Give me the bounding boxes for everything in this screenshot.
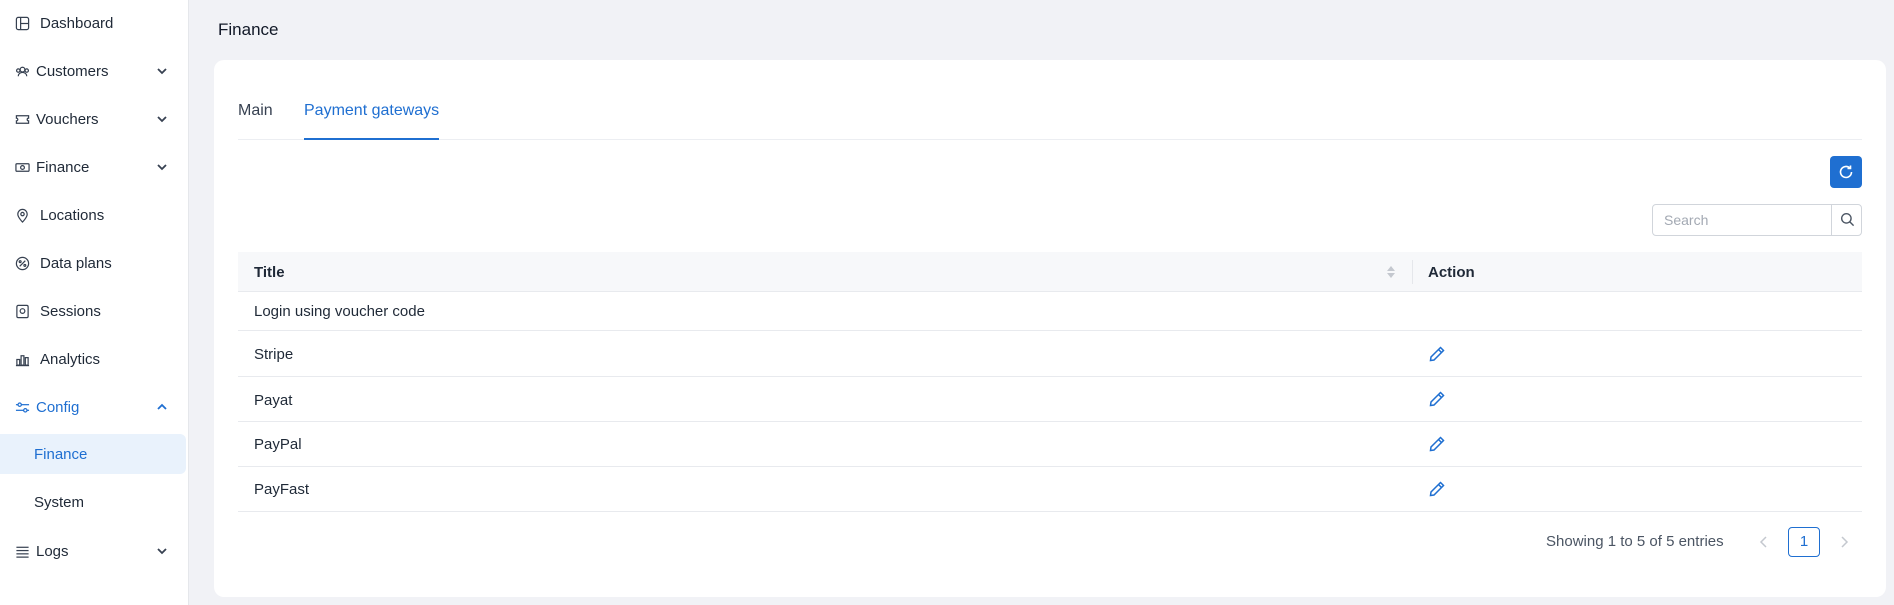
- table-row: Login using voucher code: [238, 292, 1862, 331]
- sidebar-item-label: Config: [36, 398, 80, 416]
- search-box: [1652, 204, 1862, 236]
- sidebar-subitem-label: System: [34, 493, 85, 511]
- dashboard-icon: [15, 16, 30, 31]
- sidebar-item-label: Locations: [40, 206, 105, 224]
- row-title: PayFast: [254, 481, 310, 498]
- row-title: Payat: [254, 392, 293, 409]
- sidebar-item-analytics[interactable]: Analytics: [0, 338, 186, 380]
- sidebar-subitem-system[interactable]: System: [0, 482, 186, 522]
- list-icon: [16, 546, 29, 558]
- sidebar-item-config[interactable]: Config: [0, 386, 186, 428]
- sidebar-item-label: Finance: [36, 158, 90, 176]
- row-title: Login using voucher code: [254, 303, 425, 320]
- row-title: PayPal: [254, 436, 302, 453]
- pagination-page-button[interactable]: 1: [1788, 527, 1820, 557]
- chevron-down-icon: [157, 116, 167, 123]
- chevron-right-icon[interactable]: [1836, 534, 1852, 550]
- content-card: Main Payment gateways Title Action Login…: [214, 60, 1886, 597]
- data-plans-icon: [15, 256, 30, 271]
- sort-icon[interactable]: [1386, 264, 1396, 280]
- sidebar-item-label: Dashboard: [40, 14, 114, 32]
- chevron-down-icon: [157, 164, 167, 171]
- location-pin-icon: [17, 208, 28, 223]
- sessions-icon: [16, 304, 29, 319]
- table-row: Payat: [238, 377, 1862, 422]
- sidebar-item-label: Analytics: [40, 350, 101, 368]
- chevron-down-icon: [157, 548, 167, 555]
- analytics-icon: [15, 355, 30, 367]
- chevron-down-icon: [157, 68, 167, 75]
- sidebar-item-label: Logs: [36, 542, 69, 560]
- table-row: PayFast: [238, 467, 1862, 512]
- sidebar-item-sessions[interactable]: Sessions: [0, 290, 186, 332]
- sidebar: Dashboard Customers Vouchers Finance Loc…: [0, 0, 189, 605]
- sidebar-item-customers[interactable]: Customers: [0, 50, 186, 92]
- pagination-summary: Showing 1 to 5 of 5 entries: [1546, 533, 1724, 550]
- table-row: PayPal: [238, 422, 1862, 467]
- sidebar-item-label: Data plans: [40, 254, 112, 272]
- edit-icon[interactable]: [1428, 345, 1446, 363]
- money-icon: [15, 163, 30, 172]
- edit-icon[interactable]: [1428, 435, 1446, 453]
- column-header-title[interactable]: Title: [254, 264, 285, 281]
- sidebar-item-logs[interactable]: Logs: [0, 530, 186, 572]
- search-icon: [1840, 212, 1855, 227]
- table-row: Stripe: [238, 331, 1862, 377]
- sidebar-item-finance[interactable]: Finance: [0, 146, 186, 188]
- page-header: Finance: [190, 0, 1894, 58]
- tab-main[interactable]: Main: [238, 98, 273, 140]
- sidebar-subitem-label: Finance: [34, 445, 88, 463]
- sidebar-item-dashboard[interactable]: Dashboard: [0, 2, 186, 44]
- customers-icon: [15, 66, 30, 77]
- refresh-button[interactable]: [1830, 156, 1862, 188]
- sidebar-item-label: Sessions: [40, 302, 101, 320]
- voucher-icon: [15, 115, 30, 124]
- sidebar-item-data-plans[interactable]: Data plans: [0, 242, 186, 284]
- column-header-action: Action: [1428, 264, 1475, 281]
- search-input[interactable]: [1653, 205, 1831, 235]
- tab-payment-gateways[interactable]: Payment gateways: [304, 98, 440, 140]
- edit-icon[interactable]: [1428, 480, 1446, 498]
- chevron-left-icon[interactable]: [1756, 534, 1772, 550]
- table-header: Title Action: [238, 252, 1862, 292]
- sidebar-item-vouchers[interactable]: Vouchers: [0, 98, 186, 140]
- refresh-icon: [1839, 165, 1853, 179]
- tab-bar: Main Payment gateways: [238, 98, 1862, 140]
- edit-icon[interactable]: [1428, 390, 1446, 408]
- sliders-icon: [15, 402, 30, 413]
- sidebar-item-locations[interactable]: Locations: [0, 194, 186, 236]
- page-title: Finance: [218, 20, 279, 39]
- sidebar-subitem-finance[interactable]: Finance: [0, 434, 186, 474]
- sidebar-item-label: Customers: [36, 62, 109, 80]
- row-title: Stripe: [254, 346, 294, 363]
- column-divider: [1412, 260, 1413, 284]
- search-button[interactable]: [1831, 205, 1861, 235]
- chevron-up-icon: [157, 403, 167, 410]
- sidebar-item-label: Vouchers: [36, 110, 99, 128]
